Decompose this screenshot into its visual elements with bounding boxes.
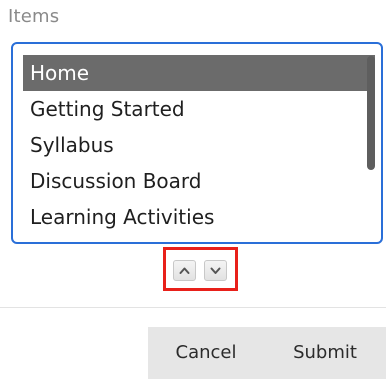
footer-button-bar: Cancel Submit [148,327,386,379]
list-item[interactable]: Discussion Board [23,163,375,199]
reorder-controls-highlight [163,247,238,291]
list-item[interactable]: Tools [23,235,375,242]
chevron-up-icon [179,267,190,274]
cancel-button[interactable]: Cancel [148,327,264,379]
listbox-items: Home Getting Started Syllabus Discussion… [23,55,375,242]
list-item[interactable]: Getting Started [23,91,375,127]
list-item[interactable]: Syllabus [23,127,375,163]
chevron-down-icon [210,267,221,274]
listbox-scrollbar[interactable] [367,56,375,170]
list-item[interactable]: Learning Activities [23,199,375,235]
items-listbox[interactable]: Home Getting Started Syllabus Discussion… [11,42,383,244]
submit-button[interactable]: Submit [264,327,386,379]
move-down-button[interactable] [204,260,227,281]
items-label: Items [8,6,60,27]
list-item[interactable]: Home [23,55,375,91]
footer-divider [0,307,386,308]
move-up-button[interactable] [173,260,196,281]
